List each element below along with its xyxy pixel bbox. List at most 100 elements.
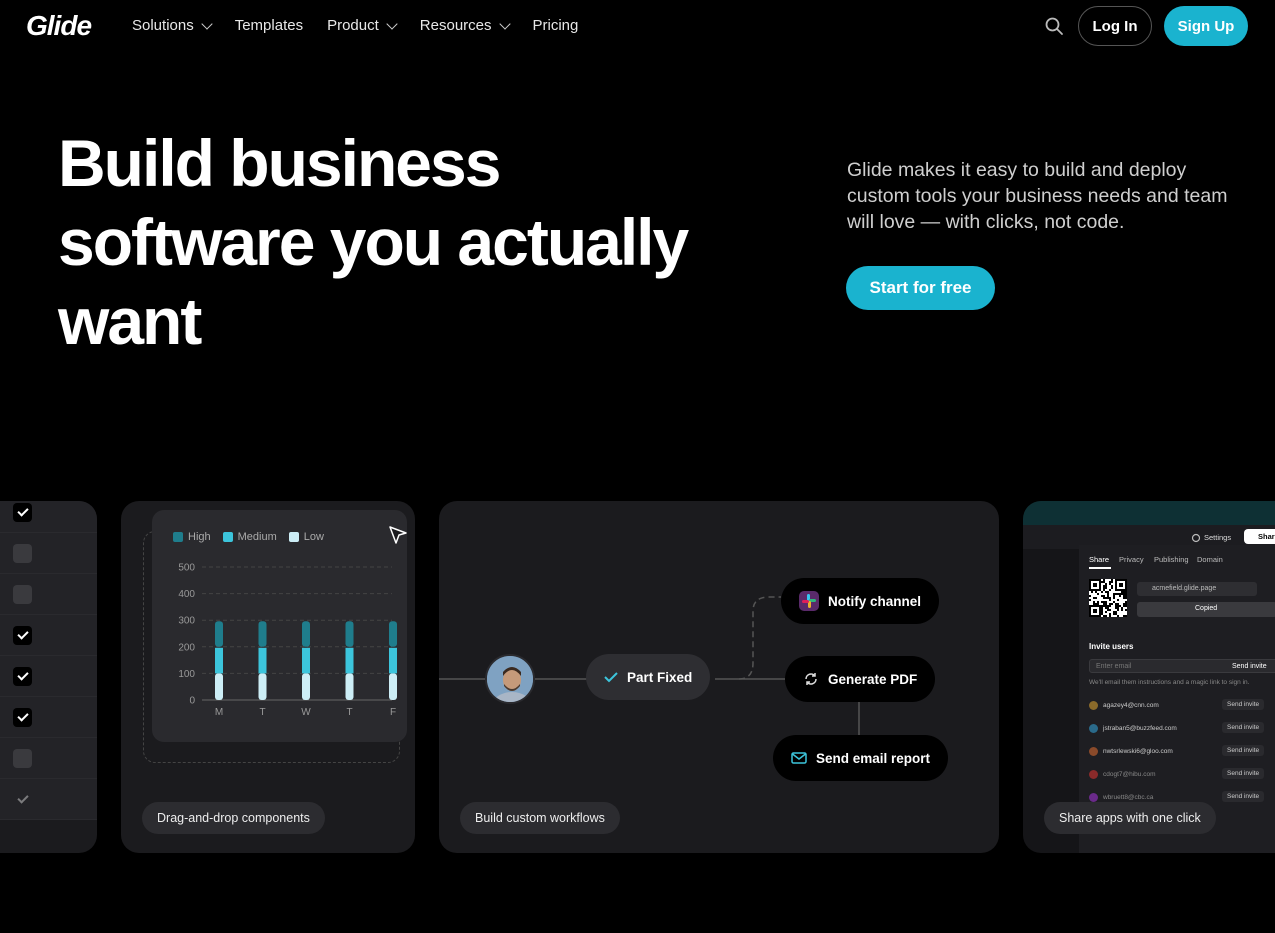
tab-domain[interactable]: Domain xyxy=(1197,555,1223,564)
app-url-field[interactable]: acmefield.glide.page xyxy=(1137,582,1257,596)
user-avatar-dot xyxy=(1089,724,1098,733)
checklist-row[interactable] xyxy=(0,738,97,779)
invited-user-email: cdogt7@hibu.com xyxy=(1103,771,1156,778)
send-email-node[interactable]: Send email report xyxy=(773,735,949,781)
bar-segment-low xyxy=(215,673,223,700)
nav-links: Solutions Templates Product Resources Pr… xyxy=(132,17,578,34)
nav-product-label: Product xyxy=(327,17,379,34)
nav-resources[interactable]: Resources xyxy=(420,17,511,34)
nav-pricing[interactable]: Pricing xyxy=(533,17,579,34)
copied-label: Copied xyxy=(1195,605,1218,612)
checklist-card[interactable] xyxy=(0,501,97,853)
checklist-row[interactable] xyxy=(0,779,97,820)
start-for-free-button[interactable]: Start for free xyxy=(846,266,995,310)
hero-title-line-2: software you actually xyxy=(58,205,689,279)
checkbox-unchecked[interactable] xyxy=(13,749,32,768)
y-tick-label: 500 xyxy=(178,563,195,574)
user-avatar-dot xyxy=(1089,747,1098,756)
checkmark-icon xyxy=(16,505,29,517)
bar-segment-high xyxy=(215,621,223,647)
generate-pdf-node[interactable]: Generate PDF xyxy=(785,656,936,702)
checklist-row[interactable] xyxy=(0,697,97,738)
checkbox-checked[interactable] xyxy=(13,708,32,727)
invited-user-email: jstraban5@buzzfeed.com xyxy=(1103,725,1177,732)
tab-share[interactable]: Share xyxy=(1089,555,1109,564)
part-fixed-label: Part Fixed xyxy=(627,669,693,685)
top-nav: Glide Solutions Templates Product Resour… xyxy=(0,0,1275,52)
x-tick-label: T xyxy=(259,707,265,718)
checkbox-checked[interactable] xyxy=(13,626,32,645)
app-url-text: acmefield.glide.page xyxy=(1152,585,1217,592)
chevron-down-icon xyxy=(201,17,213,30)
build-workflows-label: Build custom workflows xyxy=(460,802,620,834)
y-tick-label: 200 xyxy=(178,642,195,653)
pointer-cursor-icon xyxy=(389,526,407,544)
send-invite-button[interactable]: Send invite xyxy=(1222,722,1265,733)
bar-segment-medium xyxy=(258,647,267,674)
user-avatar-dot xyxy=(1089,793,1098,802)
nav-solutions-label: Solutions xyxy=(132,17,194,34)
send-invite-button[interactable]: Send invite xyxy=(1222,699,1265,710)
x-tick-label: W xyxy=(301,707,311,718)
invited-user-email: nwtsrlewski6@gloo.com xyxy=(1103,748,1173,755)
nav-solutions[interactable]: Solutions xyxy=(132,17,213,34)
checklist-row[interactable] xyxy=(0,501,97,533)
bar-segment-medium xyxy=(215,647,223,674)
send-invite-button[interactable]: Send invite xyxy=(1222,745,1265,756)
checklist-row[interactable] xyxy=(0,656,97,697)
email-placeholder: Enter email xyxy=(1096,663,1132,670)
search-icon[interactable] xyxy=(1044,16,1064,36)
glide-logo[interactable]: Glide xyxy=(26,10,92,42)
user-avatar-dot xyxy=(1089,701,1098,710)
bar-segment-low xyxy=(258,673,267,700)
log-in-button[interactable]: Log In xyxy=(1078,6,1152,46)
checkmark-icon xyxy=(16,669,29,681)
share-button[interactable]: Shar xyxy=(1244,529,1275,544)
checkbox-unchecked[interactable] xyxy=(13,585,32,604)
send-invite-button[interactable]: Send invite xyxy=(1222,791,1265,802)
settings-link[interactable]: Settings xyxy=(1204,533,1231,542)
invite-email-input[interactable]: Enter email Send invite xyxy=(1089,659,1275,673)
mail-icon xyxy=(791,752,807,764)
share-apps-label: Share apps with one click xyxy=(1044,802,1216,834)
sign-up-button[interactable]: Sign Up xyxy=(1164,6,1248,46)
checkmark-icon xyxy=(16,710,29,722)
nav-pricing-label: Pricing xyxy=(532,17,579,34)
send-invite-button[interactable]: Send invite xyxy=(1222,768,1265,779)
refresh-icon xyxy=(805,673,817,685)
checkbox-checked[interactable] xyxy=(13,503,32,522)
tab-publishing[interactable]: Publishing xyxy=(1154,555,1189,564)
user-avatar xyxy=(485,654,535,704)
send-invite-main-button[interactable]: Send invite xyxy=(1232,663,1267,670)
generate-pdf-label: Generate PDF xyxy=(828,671,918,687)
bar-segment-high xyxy=(302,621,310,647)
part-fixed-node[interactable]: Part Fixed xyxy=(586,654,711,700)
checklist-row[interactable] xyxy=(0,533,97,574)
bar-segment-medium xyxy=(345,647,354,674)
copied-button[interactable]: Copied xyxy=(1137,602,1275,617)
workflow-card[interactable]: Part Fixed Notify channel Generate PDF S… xyxy=(439,501,999,853)
nav-templates[interactable]: Templates xyxy=(235,17,303,34)
checklist-row[interactable] xyxy=(0,574,97,615)
chevron-down-icon xyxy=(386,17,398,30)
checkbox-checked[interactable] xyxy=(13,667,32,686)
share-card[interactable]: Settings Shar Share Privacy Publishing D… xyxy=(1023,501,1275,853)
tab-privacy[interactable]: Privacy xyxy=(1119,555,1144,564)
bar-segment-high xyxy=(345,621,354,647)
checklist-row[interactable] xyxy=(0,615,97,656)
user-avatar-dot xyxy=(1089,770,1098,779)
hero-title: Build business software you actually wan… xyxy=(58,124,758,361)
nav-product[interactable]: Product xyxy=(327,17,398,34)
checkmark-icon xyxy=(604,672,618,683)
checkbox-unchecked[interactable] xyxy=(13,544,32,563)
bar-segment-low xyxy=(302,673,310,700)
chart-card[interactable]: High Medium Low 0 100 200 300 400 500 M T W T F Dr… xyxy=(121,501,415,853)
notify-channel-node[interactable]: Notify channel xyxy=(781,578,940,624)
nav-templates-label: Templates xyxy=(234,17,304,34)
invited-user-email: wbruett8@cbc.ca xyxy=(1103,794,1154,801)
invite-hint: We'll email them instructions and a magi… xyxy=(1089,679,1250,686)
hero-description: Glide makes it easy to build and deploy … xyxy=(847,159,1228,233)
invite-users-title: Invite users xyxy=(1089,642,1134,651)
drag-and-drop-label: Drag-and-drop components xyxy=(142,802,325,834)
checkbox-checked[interactable] xyxy=(13,790,32,809)
